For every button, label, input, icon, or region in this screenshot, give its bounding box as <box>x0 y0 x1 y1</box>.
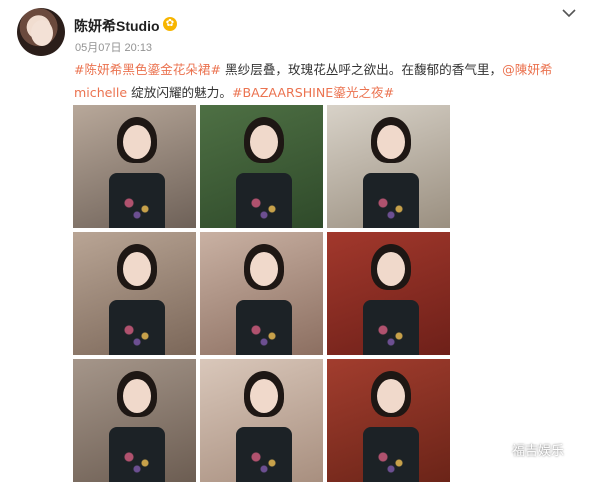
share-logo-icon <box>493 445 509 455</box>
photo-floral-pattern <box>371 318 411 348</box>
photo-face-shape <box>250 379 278 413</box>
post-text: #陈妍希黑色鎏金花朵裙# 黑纱层叠，玫瑰花丛呼之欲出。在馥郁的香气里，@陳妍希m… <box>74 58 570 104</box>
photo-face-shape <box>123 379 151 413</box>
photo-floral-pattern <box>244 191 284 221</box>
author-avatar[interactable] <box>17 8 65 56</box>
post-body-text: 绽放闪耀的魅力。 <box>127 85 232 100</box>
photo-floral-pattern <box>244 318 284 348</box>
photo-face-shape <box>123 125 151 159</box>
photo-thumbnail[interactable] <box>200 359 323 482</box>
hashtag-link[interactable]: #陈妍希黑色鎏金花朵裙# <box>74 62 221 77</box>
photo-face-shape <box>250 252 278 286</box>
photo-face-shape <box>377 125 405 159</box>
photo-floral-pattern <box>244 445 284 475</box>
hashtag-link[interactable]: #BAZAARSHINE鎏光之夜# <box>232 85 394 100</box>
photo-thumbnail[interactable] <box>327 232 450 355</box>
photo-thumbnail[interactable] <box>327 359 450 482</box>
photo-floral-pattern <box>371 445 411 475</box>
photo-thumbnail[interactable] <box>73 105 196 228</box>
photo-thumbnail[interactable] <box>73 359 196 482</box>
chevron-down-icon[interactable] <box>561 6 577 20</box>
watermark-text: 福吉娱乐 <box>512 443 565 458</box>
photo-floral-pattern <box>117 318 157 348</box>
photo-thumbnail[interactable] <box>327 105 450 228</box>
photo-thumbnail[interactable] <box>200 232 323 355</box>
photo-floral-pattern <box>371 191 411 221</box>
post-body-text: 黑纱层叠，玫瑰花丛呼之欲出。在馥郁的香气里， <box>221 62 503 77</box>
vip-badge-icon: ✿ <box>163 17 177 31</box>
photo-thumbnail[interactable] <box>73 232 196 355</box>
post-timestamp[interactable]: 05月07日 20:13 <box>75 39 152 55</box>
photo-floral-pattern <box>117 445 157 475</box>
photo-face-shape <box>377 379 405 413</box>
photo-floral-pattern <box>117 191 157 221</box>
photo-face-shape <box>250 125 278 159</box>
photo-face-shape <box>123 252 151 286</box>
photo-thumbnail[interactable] <box>200 105 323 228</box>
author-name[interactable]: 陈妍希Studio <box>74 16 160 36</box>
photo-face-shape <box>377 252 405 286</box>
